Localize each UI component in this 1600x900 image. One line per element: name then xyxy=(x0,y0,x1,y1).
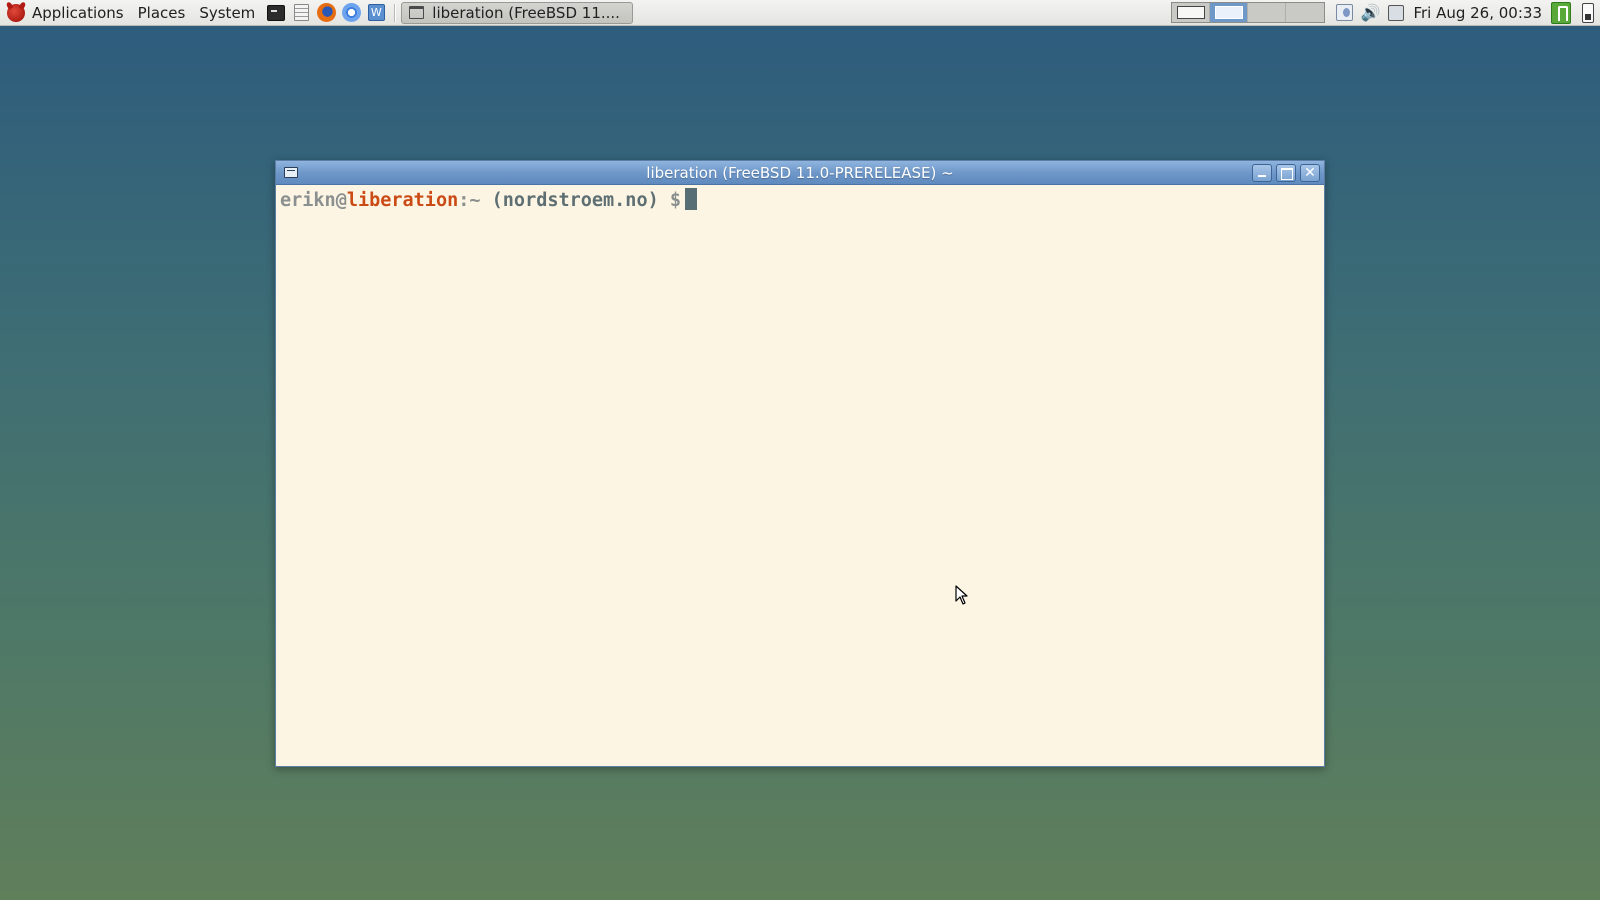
workspace-4[interactable] xyxy=(1286,3,1325,22)
prompt-user: erikn xyxy=(280,190,336,211)
workspace-1[interactable] xyxy=(1172,3,1211,22)
prompt-host: liberation xyxy=(346,190,459,211)
freebsd-logo-icon xyxy=(7,3,25,22)
workspace-3[interactable] xyxy=(1248,3,1287,22)
text-editor-launcher-icon[interactable] xyxy=(291,3,311,23)
calculator-launcher-icon[interactable]: W xyxy=(366,3,386,23)
taskbar-button-label: liberation (FreeBSD 11.... xyxy=(432,3,620,22)
window-menu-icon[interactable] xyxy=(284,167,298,178)
launcher-bar: W xyxy=(262,0,386,25)
prompt-domain: (nordstroem.no) xyxy=(491,190,659,211)
taskbar-button-terminal[interactable]: liberation (FreeBSD 11.... xyxy=(401,1,634,24)
applications-menu[interactable]: Applications xyxy=(0,0,131,25)
places-menu-label: Places xyxy=(137,3,186,22)
battery-icon[interactable] xyxy=(1582,2,1594,23)
prompt-path: :~ xyxy=(458,190,492,211)
update-notifier-icon[interactable] xyxy=(1333,2,1355,24)
package-manager-icon[interactable] xyxy=(1550,1,1572,24)
system-menu-label: System xyxy=(199,3,256,22)
panel-tray: 🔊 Fri Aug 26, 00:33 xyxy=(1171,0,1600,25)
panel-separator xyxy=(394,3,396,22)
places-menu[interactable]: Places xyxy=(131,0,193,25)
window-icon xyxy=(409,6,425,19)
window-titlebar[interactable]: liberation (FreeBSD 11.0-PRERELEASE) ~ ✕ xyxy=(276,161,1324,185)
panel-menus: Applications Places System W liberation … xyxy=(0,0,634,25)
terminal-output[interactable]: erikn@liberation:~ (nordstroem.no) $ xyxy=(276,185,1324,766)
minimize-button[interactable] xyxy=(1252,163,1272,182)
workspace-switcher xyxy=(1171,2,1326,23)
volume-icon[interactable]: 🔊 xyxy=(1359,2,1381,24)
mouse-pointer-icon xyxy=(955,585,968,605)
firefox-launcher-icon[interactable] xyxy=(316,3,336,23)
window-title: liberation (FreeBSD 11.0-PRERELEASE) ~ xyxy=(646,164,954,182)
top-panel: Applications Places System W liberation … xyxy=(0,0,1600,26)
chromium-launcher-icon[interactable] xyxy=(341,3,361,23)
system-menu[interactable]: System xyxy=(192,0,262,25)
maximize-button[interactable] xyxy=(1276,163,1296,182)
prompt-symbol: $ xyxy=(658,190,682,211)
prompt-at: @ xyxy=(335,190,347,211)
applications-menu-label: Applications xyxy=(32,3,124,22)
network-icon[interactable] xyxy=(1385,2,1407,24)
window-controls: ✕ xyxy=(1252,163,1320,182)
terminal-launcher-icon[interactable] xyxy=(266,3,286,23)
clock[interactable]: Fri Aug 26, 00:33 xyxy=(1409,0,1548,26)
text-cursor xyxy=(685,188,698,210)
close-button[interactable]: ✕ xyxy=(1300,163,1320,182)
terminal-window: liberation (FreeBSD 11.0-PRERELEASE) ~ ✕… xyxy=(275,160,1325,767)
workspace-2[interactable] xyxy=(1210,3,1249,22)
